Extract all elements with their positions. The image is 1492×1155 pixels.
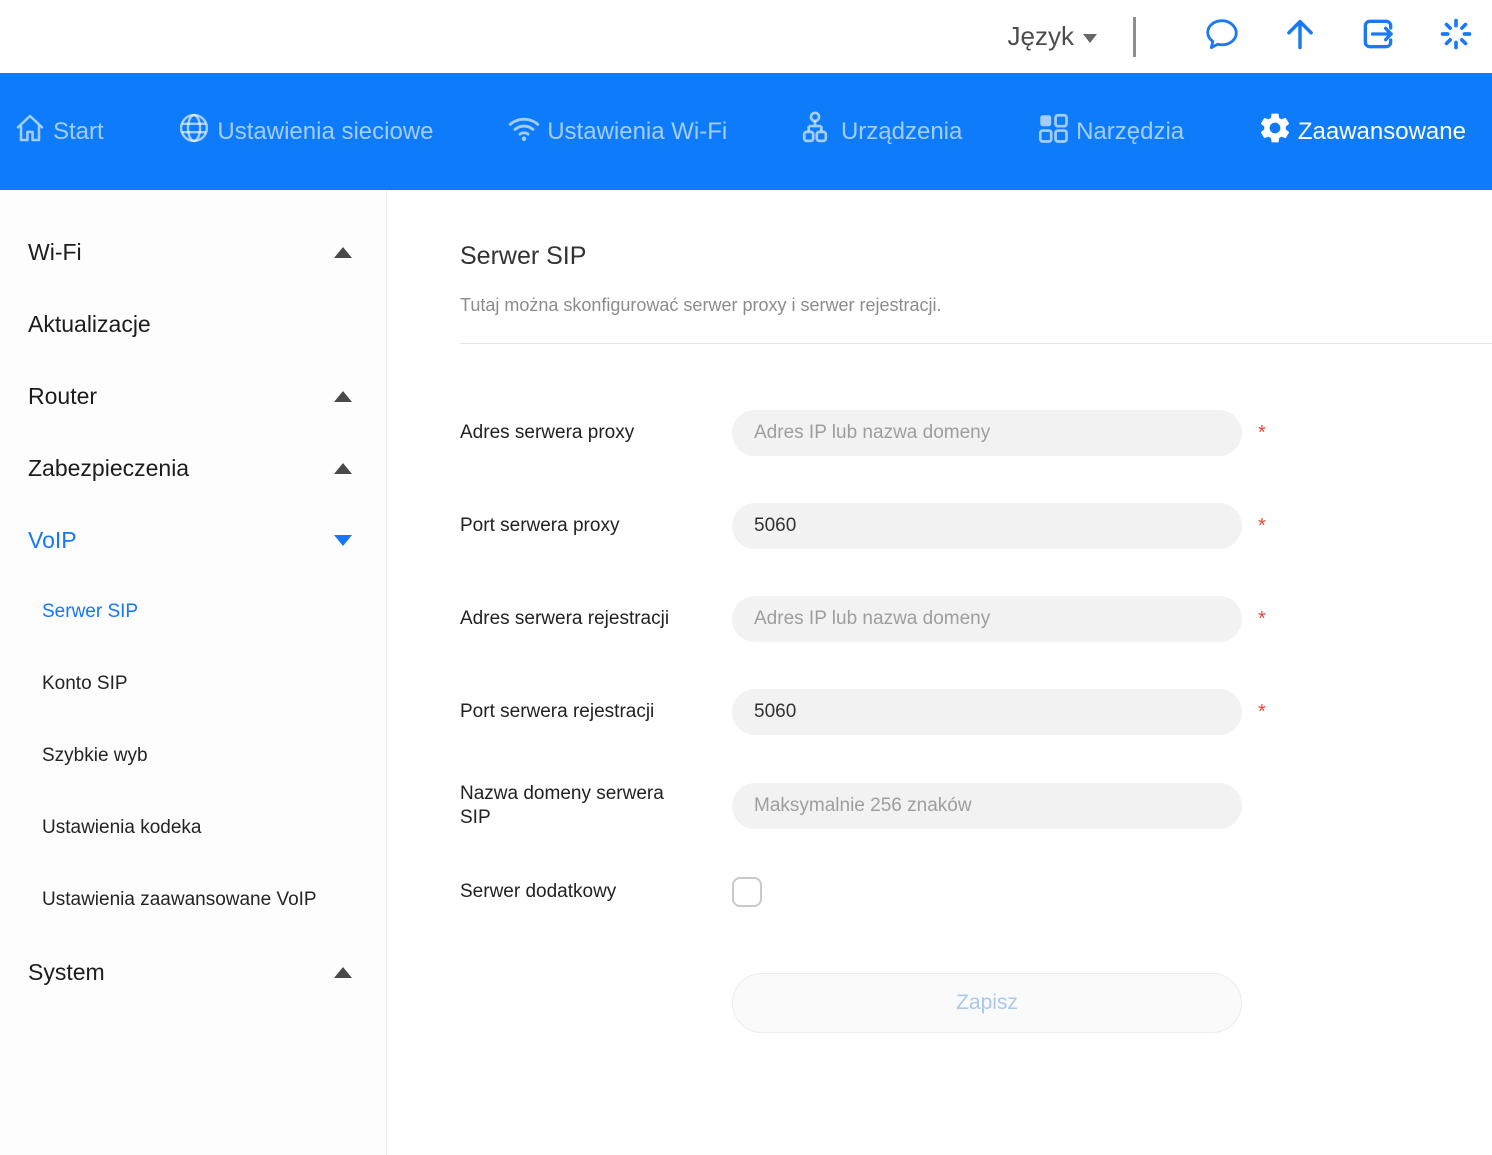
save-button[interactable]: Zapisz (732, 973, 1242, 1033)
sidebar-subitem-ustawienia-zaawansowane-voip[interactable]: Ustawienia zaawansowane VoIP (0, 864, 386, 936)
gear-icon (1257, 110, 1293, 153)
sip-server-form: Adres serwera proxy * Port serwera proxy… (460, 410, 1492, 1033)
field-label: Serwer dodatkowy (460, 880, 692, 904)
nav-item-start[interactable]: Start (12, 110, 104, 153)
required-marker: * (1258, 515, 1270, 538)
adres-serwera-proxy-input[interactable] (732, 410, 1242, 456)
sidebar-item-label: Router (28, 383, 97, 410)
nav-item-label: Ustawienia sieciowe (217, 118, 433, 146)
required-marker: * (1258, 701, 1270, 724)
loading-spinner-icon (1437, 15, 1475, 58)
field-label: Port serwera rejestracji (460, 700, 692, 724)
chevron-down-icon (1083, 34, 1097, 43)
sidebar: Wi-Fi Aktualizacje Router Zabezpieczenia… (0, 190, 387, 1155)
globe-icon (176, 110, 212, 153)
form-row-nazwa-domeny-serwera-sip: Nazwa domeny serwera SIP (460, 782, 1492, 830)
page-subtitle: Tutaj można skonfigurować serwer proxy i… (460, 295, 1492, 316)
required-marker: * (1258, 608, 1270, 631)
form-row-port-serwera-rejestracji: Port serwera rejestracji * (460, 689, 1492, 735)
adres-serwera-rejestracji-input[interactable] (732, 596, 1242, 642)
logout-icon (1359, 15, 1397, 58)
chevron-up-icon (334, 967, 352, 978)
sidebar-item-label: Aktualizacje (28, 311, 151, 338)
sidebar-subitem-ustawienia-kodeka[interactable]: Ustawienia kodeka (0, 792, 386, 864)
language-selector[interactable]: Język (1008, 21, 1097, 52)
nav-item-label: Zaawansowane (1298, 118, 1466, 146)
sidebar-item-zabezpieczenia[interactable]: Zabezpieczenia (0, 432, 386, 504)
required-marker: * (1258, 422, 1270, 445)
devices-icon (800, 110, 836, 153)
field-label: Adres serwera proxy (460, 421, 692, 445)
chevron-up-icon (334, 391, 352, 402)
nav-item-ustawienia-wifi[interactable]: Ustawienia Wi-Fi (506, 110, 727, 153)
nav-item-narzedzia[interactable]: Narzędzia (1035, 110, 1184, 153)
main-navbar: Start Ustawienia sieciowe Ustawienia Wi-… (0, 73, 1492, 190)
tools-grid-icon (1035, 110, 1071, 153)
sidebar-item-voip[interactable]: VoIP (0, 504, 386, 576)
content-area: Wi-Fi Aktualizacje Router Zabezpieczenia… (0, 190, 1492, 1155)
field-label: Nazwa domeny serwera SIP (460, 782, 692, 830)
loading-button[interactable] (1436, 17, 1476, 57)
language-label: Język (1008, 21, 1074, 52)
sidebar-item-aktualizacje[interactable]: Aktualizacje (0, 288, 386, 360)
port-serwera-rejestracji-input[interactable] (732, 689, 1242, 735)
nav-item-zaawansowane[interactable]: Zaawansowane (1257, 110, 1466, 153)
nav-item-label: Start (53, 118, 104, 146)
topbar-divider (1133, 17, 1136, 57)
section-divider (460, 343, 1492, 344)
sidebar-subitem-label: Konto SIP (42, 673, 128, 695)
field-label: Port serwera proxy (460, 514, 692, 538)
nav-item-label: Narzędzia (1076, 118, 1184, 146)
sidebar-item-system[interactable]: System (0, 936, 386, 1008)
form-row-serwer-dodatkowy: Serwer dodatkowy (460, 877, 1492, 907)
sidebar-subitem-szybkie-wyb[interactable]: Szybkie wyb (0, 720, 386, 792)
sidebar-item-label: System (28, 959, 105, 986)
sidebar-item-label: Zabezpieczenia (28, 455, 189, 482)
chat-icon (1203, 15, 1241, 58)
nav-item-label: Ustawienia Wi-Fi (547, 118, 727, 146)
sidebar-subitem-serwer-sip[interactable]: Serwer SIP (0, 576, 386, 648)
form-row-adres-serwera-proxy: Adres serwera proxy * (460, 410, 1492, 456)
top-utility-bar: Język (0, 0, 1492, 73)
page-title: Serwer SIP (460, 242, 1492, 271)
sidebar-subitem-label: Ustawienia zaawansowane VoIP (42, 889, 317, 911)
sidebar-subitem-konto-sip[interactable]: Konto SIP (0, 648, 386, 720)
form-row-adres-serwera-rejestracji: Adres serwera rejestracji * (460, 596, 1492, 642)
wifi-icon (506, 110, 542, 153)
nav-item-urzadzenia[interactable]: Urządzenia (800, 110, 962, 153)
serwer-dodatkowy-checkbox[interactable] (732, 877, 762, 907)
nav-item-label: Urządzenia (841, 118, 962, 146)
sidebar-subitem-label: Serwer SIP (42, 601, 138, 623)
upload-button[interactable] (1280, 17, 1320, 57)
sidebar-subitem-label: Szybkie wyb (42, 745, 148, 767)
field-label: Adres serwera rejestracji (460, 607, 692, 631)
port-serwera-proxy-input[interactable] (732, 503, 1242, 549)
chevron-down-icon (334, 535, 352, 546)
sidebar-subitem-label: Ustawienia kodeka (42, 817, 201, 839)
sidebar-item-label: Wi-Fi (28, 239, 82, 266)
sidebar-item-wifi[interactable]: Wi-Fi (0, 216, 386, 288)
form-row-port-serwera-proxy: Port serwera proxy * (460, 503, 1492, 549)
main-panel: Serwer SIP Tutaj można skonfigurować ser… (387, 190, 1492, 1155)
logout-button[interactable] (1358, 17, 1398, 57)
nazwa-domeny-serwera-sip-input[interactable] (732, 783, 1242, 829)
chevron-up-icon (334, 247, 352, 258)
home-icon (12, 110, 48, 153)
nav-item-ustawienia-sieciowe[interactable]: Ustawienia sieciowe (176, 110, 433, 153)
sidebar-item-label: VoIP (28, 527, 77, 554)
upload-arrow-icon (1281, 15, 1319, 58)
chat-button[interactable] (1202, 17, 1242, 57)
sidebar-item-router[interactable]: Router (0, 360, 386, 432)
chevron-up-icon (334, 463, 352, 474)
